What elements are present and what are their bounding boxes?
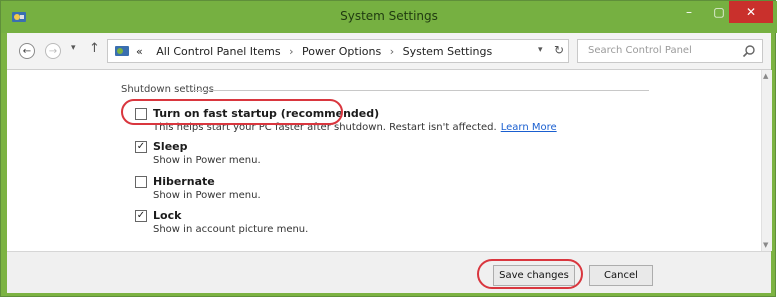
forward-button[interactable]: → <box>45 43 61 59</box>
system-settings-window: System Settings – ▢ ✕ ← → ▾ ↑ « All Cont… <box>0 0 777 297</box>
settings-content: Shutdown settings Turn on fast startup (… <box>7 70 761 251</box>
group-divider <box>191 90 649 91</box>
hibernate-checkbox[interactable] <box>135 176 147 188</box>
chevron-down-icon[interactable]: ▾ <box>538 45 543 55</box>
search-input[interactable]: Search Control Panel <box>588 45 692 56</box>
sleep-label[interactable]: Sleep <box>153 140 188 153</box>
learn-more-link[interactable]: Learn More <box>501 122 557 133</box>
control-panel-icon <box>115 46 129 56</box>
navigation-bar: ← → ▾ ↑ « All Control Panel Items › Powe… <box>7 33 771 70</box>
vertical-scrollbar[interactable]: ▲ ▼ <box>761 70 772 251</box>
scroll-down-icon[interactable]: ▼ <box>763 241 768 249</box>
title-bar[interactable]: System Settings – ▢ ✕ <box>1 1 777 33</box>
sleep-checkbox[interactable]: ✓ <box>135 141 147 153</box>
breadcrumb-separator[interactable]: › <box>289 45 293 58</box>
cancel-button[interactable]: Cancel <box>589 265 653 286</box>
back-button[interactable]: ← <box>19 43 35 59</box>
lock-description: Show in account picture menu. <box>153 224 309 235</box>
window-title: System Settings <box>340 9 438 23</box>
scroll-up-icon[interactable]: ▲ <box>763 72 768 80</box>
sleep-description: Show in Power menu. <box>153 155 261 166</box>
close-button[interactable]: ✕ <box>729 1 773 23</box>
recent-locations-icon[interactable]: ▾ <box>71 43 76 53</box>
minimize-button[interactable]: – <box>674 1 704 23</box>
lock-label[interactable]: Lock <box>153 209 181 222</box>
breadcrumb-overflow[interactable]: « <box>136 45 143 58</box>
search-icon[interactable] <box>742 44 756 58</box>
dialog-footer: Save changes Cancel <box>7 251 771 293</box>
search-box[interactable]: Search Control Panel <box>577 39 763 63</box>
hibernate-description: Show in Power menu. <box>153 190 261 201</box>
lock-checkbox[interactable]: ✓ <box>135 210 147 222</box>
address-bar[interactable]: « All Control Panel Items › Power Option… <box>107 39 569 63</box>
breadcrumb: « All Control Panel Items › Power Option… <box>136 45 492 58</box>
hibernate-label[interactable]: Hibernate <box>153 175 215 188</box>
fast-startup-highlight <box>121 99 343 125</box>
breadcrumb-item-power-options[interactable]: Power Options <box>302 45 381 58</box>
up-icon[interactable]: ↑ <box>89 41 100 56</box>
save-changes-highlight <box>477 259 583 289</box>
refresh-icon[interactable]: ↻ <box>554 43 564 57</box>
breadcrumb-item-system-settings[interactable]: System Settings <box>403 45 493 58</box>
breadcrumb-item-all-control-panel-items[interactable]: All Control Panel Items <box>156 45 280 58</box>
breadcrumb-separator[interactable]: › <box>390 45 394 58</box>
